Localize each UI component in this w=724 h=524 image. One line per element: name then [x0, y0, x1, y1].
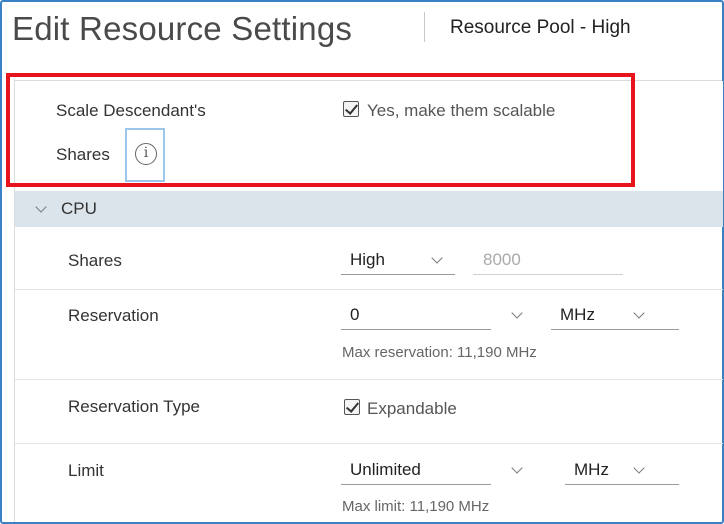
highlight-box: [6, 73, 635, 187]
chevron-down-icon[interactable]: [511, 307, 523, 319]
shares-value: 8000: [483, 250, 521, 269]
title-divider: [424, 12, 425, 42]
reservation-hint: Max reservation: 11,190 MHz: [342, 344, 537, 361]
page-title: Edit Resource Settings: [12, 10, 353, 47]
shares-label: Shares: [68, 251, 122, 270]
reservation-unit-value: MHz: [560, 305, 595, 324]
shares-value-input[interactable]: 8000: [473, 247, 623, 275]
dialog-header: Edit Resource Settings Resource Pool - H…: [0, 0, 720, 66]
chevron-down-icon: [633, 462, 645, 474]
shares-level-value: High: [350, 250, 385, 269]
row-divider: [15, 379, 723, 380]
chevron-down-icon[interactable]: [511, 462, 523, 474]
chevron-down-icon: [633, 307, 645, 319]
limit-unit-select[interactable]: MHz: [565, 457, 679, 485]
limit-input[interactable]: Unlimited: [341, 457, 491, 485]
reservation-value: 0: [350, 305, 360, 324]
shares-level-select[interactable]: High: [341, 247, 455, 275]
limit-label: Limit: [68, 461, 104, 480]
reservation-input[interactable]: 0: [341, 302, 491, 330]
limit-unit-value: MHz: [574, 460, 609, 479]
reservation-unit-select[interactable]: MHz: [551, 302, 679, 330]
expandable-checkbox-label[interactable]: Expandable: [367, 399, 457, 419]
reservation-type-label: Reservation Type: [68, 397, 200, 416]
limit-hint: Max limit: 11,190 MHz: [342, 498, 490, 515]
page-subtitle: Resource Pool - High: [450, 17, 631, 38]
chevron-down-icon: [35, 201, 47, 213]
cpu-section-header[interactable]: CPU: [15, 191, 723, 227]
chevron-down-icon: [431, 252, 443, 264]
cpu-section-title: CPU: [61, 199, 97, 218]
limit-value: Unlimited: [350, 460, 421, 479]
expandable-checkbox[interactable]: [344, 399, 360, 415]
row-divider: [15, 443, 723, 444]
row-divider: [15, 289, 723, 290]
reservation-label: Reservation: [68, 306, 159, 325]
